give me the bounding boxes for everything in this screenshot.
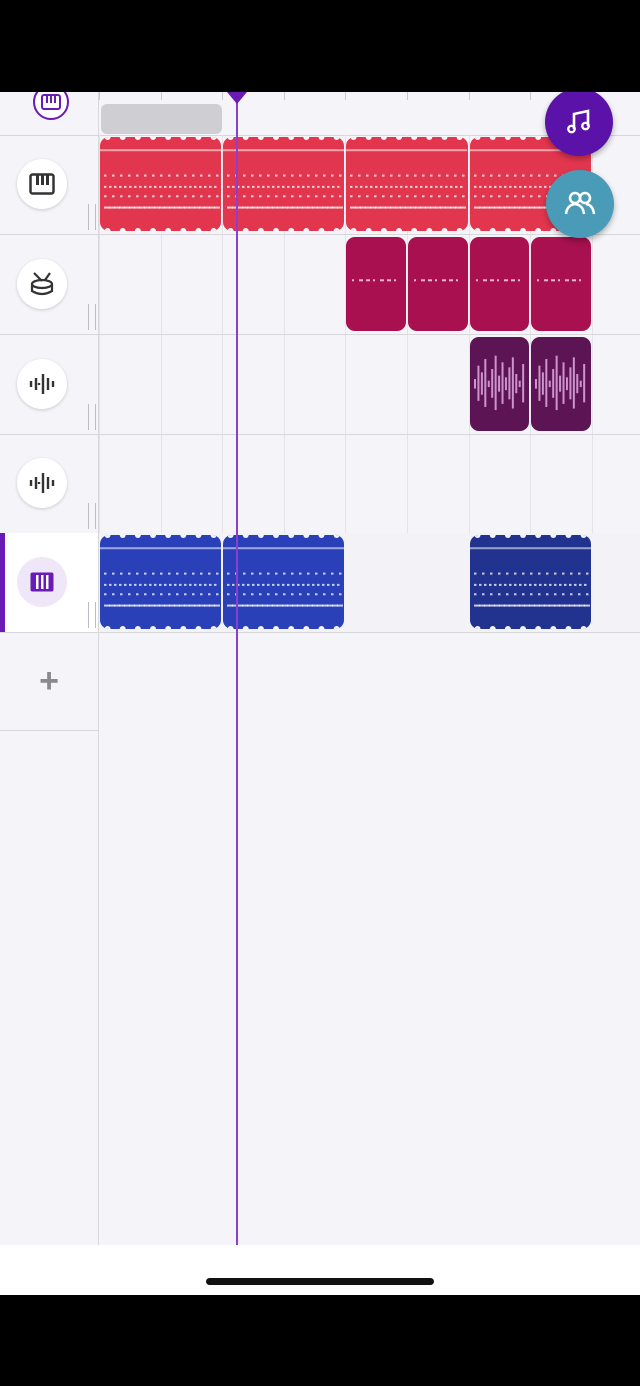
waveform-icon[interactable] [17,359,67,409]
collaborate-button[interactable] [546,170,614,238]
ruler-tick [345,92,347,100]
track-sidebar: + [0,92,99,1245]
midi-clip[interactable] [469,535,591,629]
lane-audio-2[interactable] [99,434,640,534]
clip-notes [473,355,524,411]
home-indicator[interactable] [206,1278,434,1285]
plus-icon: + [39,661,59,700]
add-track-button[interactable]: + [0,632,98,731]
clip-notes [535,355,586,411]
loop-region[interactable] [101,104,222,134]
ruler-tick [407,92,408,100]
clip-notes [100,535,222,629]
track-resize-handle[interactable] [88,204,96,230]
drum-icon[interactable] [17,259,67,309]
drum-clip[interactable] [531,237,591,331]
clip-notes [346,137,468,231]
midi-clip[interactable] [223,137,345,231]
clip-notes [223,535,345,629]
clip-notes [223,137,345,231]
midi-clip[interactable] [100,137,222,231]
midi-clip[interactable] [223,535,345,629]
clip-notes [352,279,397,282]
clip-notes [469,535,591,629]
arrangement-timeline[interactable] [99,92,640,1245]
midi-clip[interactable] [346,137,468,231]
ruler-tick [468,92,470,100]
track-resize-handle[interactable] [88,304,96,330]
track-resize-handle[interactable] [88,602,96,628]
clip-notes [100,137,222,231]
drum-clip[interactable] [469,237,530,331]
piano-icon[interactable] [33,92,69,120]
audio-clip[interactable] [531,337,591,431]
track-resize-handle[interactable] [88,404,96,430]
ruler-tick [222,92,224,100]
track-resize-handle[interactable] [88,503,96,529]
track-header-synth[interactable] [0,533,98,633]
clip-notes [537,279,582,282]
ruler-tick [160,92,162,100]
ruler-tick [99,92,100,100]
midi-clip[interactable] [100,535,222,629]
people-icon [564,191,596,215]
music-studio-app: + [0,92,640,1295]
keyboard-icon[interactable] [17,159,67,209]
track-header-audio-1[interactable] [0,335,98,435]
drum-clip[interactable] [346,237,406,331]
piano-icon[interactable] [17,557,67,607]
playhead[interactable] [236,92,238,1245]
waveform-icon[interactable] [17,458,67,508]
bottom-bar [0,1245,640,1295]
playhead-handle[interactable] [227,92,247,104]
music-note-icon [567,109,590,134]
track-header-top[interactable] [0,92,98,136]
audio-clip[interactable] [469,337,530,431]
clip-notes [475,279,520,282]
track-header-audio-2[interactable] [0,434,98,534]
track-header-drums[interactable] [0,235,98,335]
drum-clip[interactable] [408,237,468,331]
ruler-tick [530,92,532,100]
clip-notes [414,279,458,282]
track-header-keys[interactable] [0,135,98,235]
ruler-tick [283,92,285,100]
